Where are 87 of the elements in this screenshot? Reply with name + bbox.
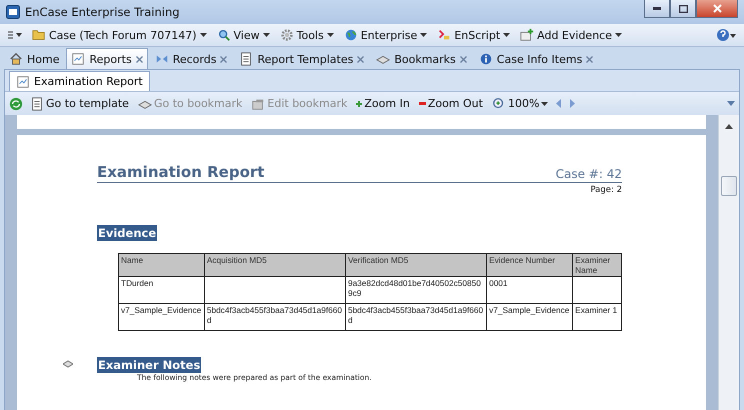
page-number: Page: 2 [590, 185, 622, 195]
globe-icon [344, 28, 358, 42]
toolbar-button[interactable]: 100% [490, 96, 550, 110]
column-header: Acquisition MD5 [204, 254, 346, 276]
toolbar-button[interactable]: Zoom Out [416, 97, 485, 110]
app-icon [6, 5, 20, 19]
report-icon [71, 52, 86, 66]
tab-label: Records [172, 52, 216, 66]
info-icon [478, 52, 493, 66]
document-icon [239, 52, 254, 66]
house-icon [9, 52, 23, 66]
maximize-button[interactable] [670, 0, 696, 18]
table-cell: TDurden [118, 276, 204, 304]
tab-label: Bookmarks [394, 52, 456, 66]
section-heading: Evidence [97, 225, 158, 241]
report-icon [16, 74, 30, 88]
forward-icon[interactable] [568, 99, 576, 108]
close-tab-icon[interactable] [357, 56, 364, 62]
add-evidence-icon [520, 28, 534, 42]
table-cell: 9a3e82dcd48d01be7d40502c508509c9 [345, 276, 487, 304]
tab-label: Reports [89, 52, 132, 66]
caret-icon [200, 33, 206, 37]
table-cell: v7_Sample_Evidence [486, 304, 573, 330]
toolbar-button[interactable]: Go to template [28, 96, 131, 110]
edit-icon [251, 96, 266, 110]
close-tab-icon[interactable] [136, 56, 143, 62]
menu-item[interactable]: EnScript [435, 28, 512, 42]
scroll-thumb[interactable] [721, 176, 737, 196]
tab-label: Case Info Items [496, 52, 582, 66]
tab[interactable]: Home [4, 48, 64, 69]
maximize-icon [678, 4, 688, 12]
menu-item[interactable]: Add Evidence [518, 28, 624, 42]
document-icon [30, 96, 44, 110]
case-number: Case #: 42 [556, 167, 622, 181]
scrollbar[interactable] [718, 115, 739, 410]
minus-icon [418, 102, 426, 105]
close-tab-icon[interactable] [220, 56, 228, 62]
zoom-icon [492, 96, 506, 110]
tab[interactable]: Report Templates [234, 48, 370, 69]
close-button[interactable] [696, 0, 738, 18]
caret-icon [326, 33, 334, 37]
table-cell: 5bdc4f3acb455f3baa73d45d1a9f660d [345, 304, 487, 330]
column-header: Examiner Name [572, 254, 622, 276]
section-heading: Examiner Notes [97, 357, 202, 373]
report-title: Examination Report [97, 163, 264, 181]
column-header: Verification MD5 [345, 254, 487, 276]
close-tab-icon[interactable] [460, 56, 467, 62]
tab[interactable]: Records [150, 48, 232, 69]
table-cell [572, 276, 622, 304]
tab-label: Report Templates [257, 52, 354, 66]
back-icon[interactable] [555, 99, 564, 108]
caret-icon [262, 33, 270, 37]
menu-item[interactable]: Enterprise [342, 28, 430, 42]
magnifier-icon [216, 28, 230, 42]
tab[interactable]: Reports [66, 48, 148, 69]
caret-icon[interactable] [727, 101, 735, 106]
up-arrow-icon [724, 124, 732, 129]
plus-icon [356, 100, 362, 106]
close-icon [712, 4, 722, 13]
menu-item[interactable]: View [214, 28, 272, 42]
menu-button[interactable] [6, 31, 24, 39]
tab[interactable]: Examination Report [9, 71, 150, 91]
refresh-icon[interactable] [9, 96, 23, 110]
column-header: Name [118, 254, 204, 276]
table-cell: 5bdc4f3acb455f3baa73d45d1a9f660d [204, 304, 346, 330]
menu-item[interactable]: Tools [278, 28, 336, 42]
table-cell: Examiner 1 [572, 304, 622, 330]
caret-icon [615, 33, 622, 37]
minimize-button[interactable] [644, 0, 670, 18]
help-button[interactable] [714, 28, 738, 42]
caret-icon [541, 102, 548, 106]
close-tab-icon[interactable] [586, 56, 594, 62]
table-cell: v7_Sample_Evidence [118, 304, 204, 330]
folder-icon [32, 28, 46, 42]
menu-item[interactable]: Case (Tech Forum 707147) [30, 28, 208, 42]
script-icon [437, 28, 452, 42]
toolbar-button[interactable]: Zoom In [354, 97, 412, 110]
tab-label: Home [27, 52, 60, 66]
caret-icon [503, 33, 510, 37]
table-cell: 0001 [486, 276, 573, 304]
gear-icon [280, 28, 294, 42]
tab[interactable]: Bookmarks [371, 48, 472, 69]
caret-icon [420, 33, 428, 37]
tab[interactable]: Case Info Items [474, 48, 598, 69]
column-header: Evidence Number [486, 254, 573, 276]
minimize-icon [653, 7, 661, 10]
window-title: EnCase Enterprise Training [25, 5, 181, 19]
